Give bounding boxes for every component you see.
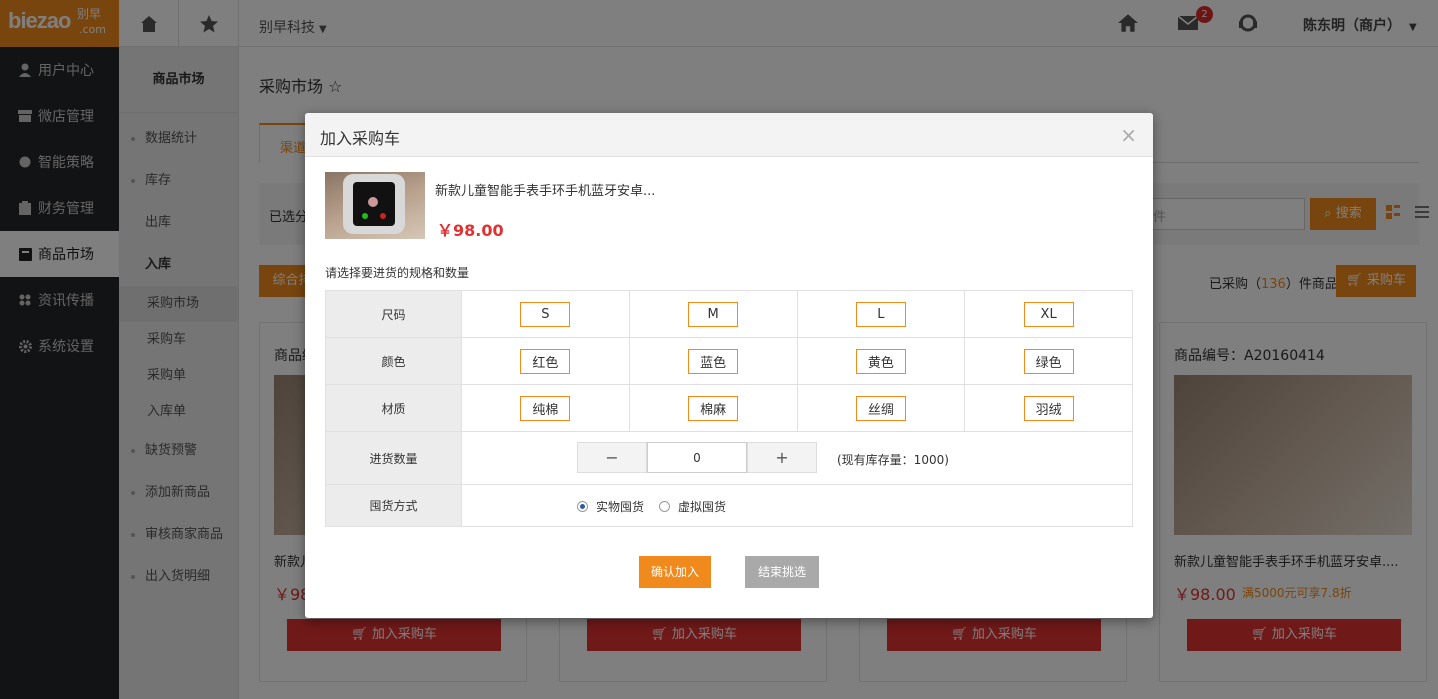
quantity-row: 进货数量 − 0 + (现有库存量：1000) [326, 432, 1132, 485]
product-thumbnail [325, 172, 425, 239]
material-option-linen[interactable]: 棉麻 [688, 395, 739, 421]
material-option-cotton[interactable]: 纯棉 [520, 395, 571, 421]
quantity-stepper: − 0 + (现有库存量：1000) [461, 432, 1132, 484]
dialog-title: 加入采购车 [320, 129, 401, 148]
end-selection-button[interactable]: 结束挑选 [745, 556, 819, 588]
quantity-label: 进货数量 [326, 432, 461, 484]
color-option-green[interactable]: 绿色 [1023, 348, 1074, 374]
size-option-xl[interactable]: XL [1023, 301, 1074, 327]
color-option-blue[interactable]: 蓝色 [688, 348, 739, 374]
dialog-product-price: ￥98.00 [437, 221, 504, 240]
smartwatch-image [343, 174, 405, 234]
color-option-red[interactable]: 红色 [520, 348, 571, 374]
size-option-m[interactable]: M [688, 301, 739, 327]
color-option-yellow[interactable]: 黄色 [855, 348, 906, 374]
spec-table: 尺码 S M L XL 颜色 红色 蓝色 黄色 绿色 材质 纯棉 棉麻 丝绸 羽… [325, 290, 1133, 527]
stock-mode-label: 囤货方式 [326, 485, 461, 526]
stock-mode-virtual-radio[interactable]: 虚拟囤货 [659, 498, 726, 515]
dialog-product-name: 新款儿童智能手表手环手机蓝牙安卓... [435, 184, 656, 199]
size-option-s[interactable]: S [520, 301, 571, 327]
color-row: 颜色 红色 蓝色 黄色 绿色 [326, 338, 1132, 385]
stock-info: (现有库存量：1000) [837, 453, 949, 467]
dialog-header: 加入采购车 × [305, 113, 1153, 157]
color-label: 颜色 [326, 338, 461, 384]
radio-unchecked-icon [659, 501, 670, 512]
material-option-down[interactable]: 羽绒 [1023, 395, 1074, 421]
radio-checked-icon [577, 501, 588, 512]
size-label: 尺码 [326, 291, 461, 337]
close-icon[interactable]: × [1120, 123, 1137, 147]
quantity-input[interactable]: 0 [647, 442, 747, 473]
stock-mode-physical-radio[interactable]: 实物囤货 [577, 498, 644, 515]
size-row: 尺码 S M L XL [326, 291, 1132, 338]
confirm-add-button[interactable]: 确认加入 [639, 556, 711, 588]
spec-instruction: 请选择要进货的规格和数量 [325, 266, 470, 280]
material-row: 材质 纯棉 棉麻 丝绸 羽绒 [326, 385, 1132, 432]
size-option-l[interactable]: L [855, 301, 906, 327]
material-option-silk[interactable]: 丝绸 [855, 395, 906, 421]
add-to-cart-dialog: 加入采购车 × 新款儿童智能手表手环手机蓝牙安卓... ￥98.00 请选择要进… [305, 113, 1153, 618]
quantity-plus-button[interactable]: + [747, 442, 817, 473]
material-label: 材质 [326, 385, 461, 431]
quantity-minus-button[interactable]: − [577, 442, 647, 473]
stock-mode-row: 囤货方式 实物囤货 虚拟囤货 [326, 485, 1132, 526]
